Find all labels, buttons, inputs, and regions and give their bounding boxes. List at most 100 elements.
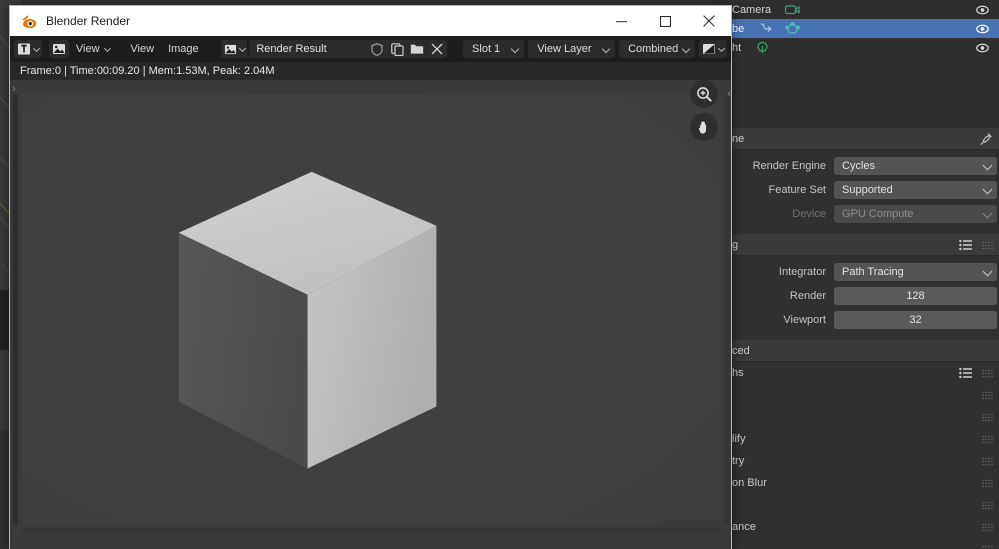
viewport-samples-field[interactable]: 32 xyxy=(834,311,997,329)
list-icon[interactable] xyxy=(959,239,972,251)
render-samples-field[interactable]: 128 xyxy=(834,287,997,305)
chevron-down-icon xyxy=(717,44,726,52)
new-image-button[interactable] xyxy=(387,40,408,58)
panel-header-advanced[interactable]: ced xyxy=(722,340,999,362)
menu-view[interactable]: View xyxy=(123,40,161,58)
device-label: Device xyxy=(792,208,826,220)
view-layer-dropdown[interactable]: View Layer xyxy=(528,40,616,58)
outliner-row-icons xyxy=(755,41,770,55)
unlink-image-button[interactable] xyxy=(427,40,448,58)
sampling-body: Integrator Path Tracing Render 128 Viewp… xyxy=(715,256,999,340)
panel-header-blank-4[interactable] xyxy=(722,538,999,549)
render-slot-value: Slot 1 xyxy=(472,43,501,55)
fake-user-button[interactable] xyxy=(367,40,388,58)
image-datablock-selector[interactable]: Render Result xyxy=(221,40,448,58)
chevron-down-icon xyxy=(982,208,993,219)
grip-dots-icon[interactable] xyxy=(982,369,993,378)
panel-header-blank-3[interactable] xyxy=(722,494,999,516)
menu-image[interactable]: Image xyxy=(161,40,206,58)
outliner-item-label: be xyxy=(732,22,745,35)
panel-header-blank-2[interactable] xyxy=(722,406,999,428)
menu-view-dropdown[interactable]: View xyxy=(69,40,117,58)
render-settings-body: Render Engine Cycles Feature Set Support… xyxy=(715,150,999,234)
grip-dots-icon[interactable] xyxy=(982,435,993,444)
visibility-eye-icon[interactable] xyxy=(976,41,989,54)
panel-header-light-paths[interactable]: hs xyxy=(722,362,999,384)
panel-header-sampling[interactable]: g xyxy=(722,234,999,256)
render-samples-row: Render 128 xyxy=(722,286,999,306)
scrollbar-left[interactable] xyxy=(13,94,18,525)
outliner-row-cube[interactable]: be xyxy=(714,19,999,38)
copy-icon xyxy=(391,42,404,56)
datablock-name-field[interactable]: Render Result xyxy=(249,40,368,58)
blender-render-window[interactable]: Blender Render View View Image Render Re… xyxy=(9,5,732,549)
panel-header-tools xyxy=(982,538,993,549)
grip-dots-icon[interactable] xyxy=(982,479,993,488)
gizmo-collapse-arrow[interactable]: ‹ xyxy=(727,88,731,100)
scrollbar-vertical[interactable] xyxy=(724,94,729,525)
panel-header-blank-1[interactable] xyxy=(722,384,999,406)
integrator-row: Integrator Path Tracing xyxy=(722,262,999,282)
view-mode-button[interactable] xyxy=(48,40,69,58)
window-controls xyxy=(599,6,731,36)
outliner-row-camera[interactable]: Camera xyxy=(714,0,999,19)
open-image-button[interactable] xyxy=(407,40,428,58)
render-slot-dropdown[interactable]: Slot 1 xyxy=(463,40,525,58)
mesh-data-icon xyxy=(785,22,801,34)
image-canvas-area[interactable]: › ‹ xyxy=(10,80,731,549)
close-button[interactable] xyxy=(687,6,731,36)
window-titlebar[interactable]: Blender Render xyxy=(10,6,731,36)
integrator-dropdown[interactable]: Path Tracing xyxy=(834,263,997,281)
minimize-icon xyxy=(615,20,627,22)
minimize-button[interactable] xyxy=(599,6,643,36)
grip-dots-icon[interactable] xyxy=(982,241,993,250)
blender-logo-icon xyxy=(22,14,37,28)
editor-type-button[interactable] xyxy=(14,40,42,58)
grip-dots-icon[interactable] xyxy=(982,501,993,510)
panel-header-scene[interactable]: ne xyxy=(722,128,999,150)
display-channels-button[interactable] xyxy=(698,40,727,58)
pan-gizmo[interactable] xyxy=(690,113,718,141)
zoom-gizmo[interactable] xyxy=(690,80,718,108)
outliner-item-label: Camera xyxy=(732,3,772,16)
chevron-down-icon xyxy=(982,266,993,277)
render-pass-dropdown[interactable]: Combined xyxy=(619,40,696,58)
image-editor-header[interactable]: View View Image Render Result Slot 1 Vie… xyxy=(10,36,731,62)
render-result-viewport[interactable] xyxy=(22,94,721,525)
datablock-browse-button[interactable] xyxy=(221,40,248,58)
grip-dots-icon[interactable] xyxy=(982,457,993,466)
render-engine-dropdown[interactable]: Cycles xyxy=(834,157,997,175)
panel-header-performance[interactable]: ance xyxy=(722,516,999,538)
panel-header-geometry[interactable]: try xyxy=(722,450,999,472)
display-channels-icon xyxy=(702,44,715,54)
magnifier-plus-icon xyxy=(696,86,712,102)
feature-set-row: Feature Set Supported xyxy=(722,180,999,200)
render-status-bar: Frame:0 | Time:00:09.20 | Mem:1.53M, Pea… xyxy=(10,62,731,80)
panel-header-tools xyxy=(982,428,993,450)
grip-dots-icon[interactable] xyxy=(982,413,993,422)
chevron-down-icon xyxy=(32,44,41,52)
outliner-row-icons xyxy=(785,3,800,16)
chevron-down-icon xyxy=(238,44,246,52)
scrollbar-horizontal[interactable] xyxy=(22,528,721,533)
properties-editor[interactable]: ne Render Engine Cycles Feature Set Supp… xyxy=(714,128,999,549)
panel-header-motion-blur[interactable]: on Blur xyxy=(722,472,999,494)
grip-dots-icon[interactable] xyxy=(982,545,993,549)
datablock-name: Render Result xyxy=(256,43,327,55)
feature-set-dropdown[interactable]: Supported xyxy=(834,181,997,199)
grip-dots-icon[interactable] xyxy=(982,523,993,532)
panel-header-simplify[interactable]: lify xyxy=(722,428,999,450)
render-engine-label: Render Engine xyxy=(752,160,826,172)
maximize-button[interactable] xyxy=(643,6,687,36)
pin-icon[interactable] xyxy=(979,132,993,146)
panel-header-tools xyxy=(979,128,993,150)
visibility-eye-icon[interactable] xyxy=(976,3,989,16)
visibility-eye-icon[interactable] xyxy=(976,22,989,35)
viewport-samples-row: Viewport 32 xyxy=(722,310,999,330)
grip-dots-icon[interactable] xyxy=(982,391,993,400)
panel-header-tools xyxy=(982,494,993,516)
window-title: Blender Render xyxy=(46,14,131,28)
outliner-row-light[interactable]: ht xyxy=(714,38,999,57)
list-icon[interactable] xyxy=(959,367,972,379)
outliner-editor[interactable]: Camera be ht xyxy=(714,0,999,128)
